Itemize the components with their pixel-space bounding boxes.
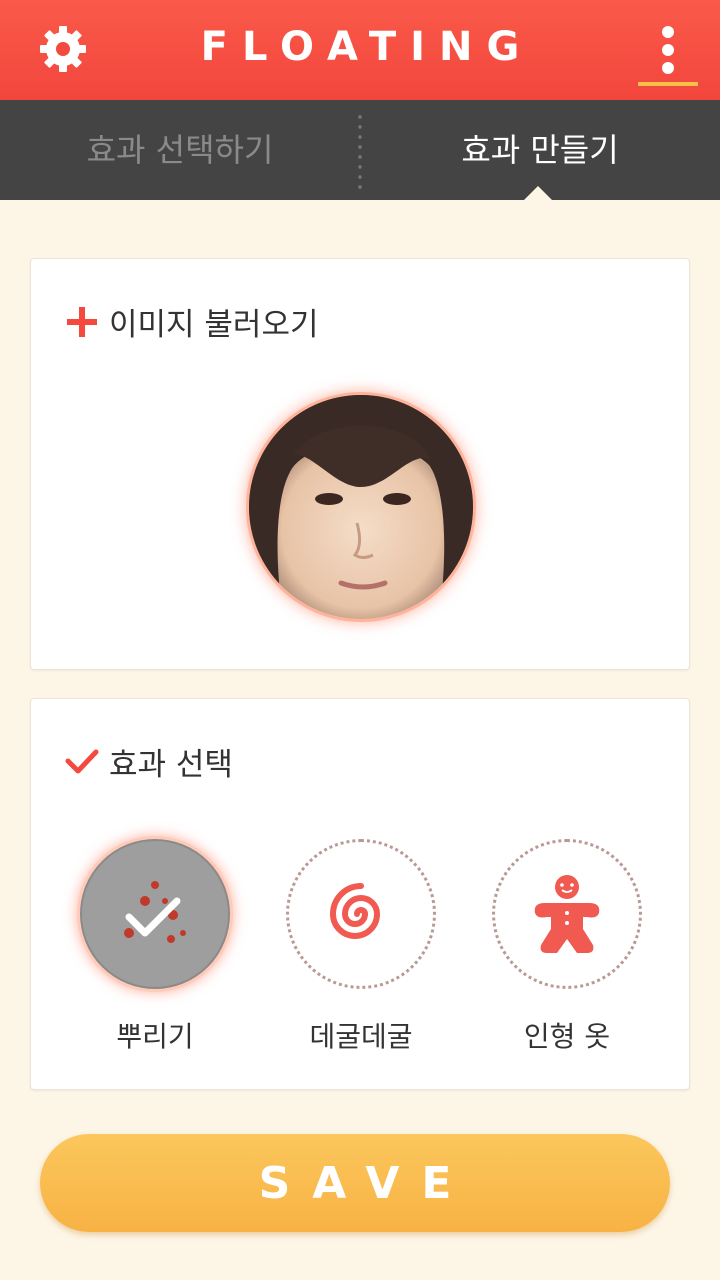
active-tab-indicator <box>524 186 552 200</box>
tab-make-effect[interactable]: 효과 만들기 <box>360 100 720 200</box>
effect-select-card: 효과 선택 뿌리기 데굴데굴 인형 옷 <box>30 698 690 1090</box>
check-icon <box>65 749 99 773</box>
load-image-button[interactable]: 이미지 불러오기 <box>65 299 319 344</box>
plus-icon <box>67 306 97 337</box>
effect-label-sprinkle: 뿌리기 <box>116 1020 194 1053</box>
spiral-icon <box>329 883 381 939</box>
effect-option-sprinkle[interactable]: 뿌리기 <box>55 839 255 1055</box>
app-title: FLOATING <box>200 24 534 70</box>
effect-circle-gingerbread[interactable] <box>492 839 642 989</box>
image-load-card: 이미지 불러오기 <box>30 258 690 670</box>
more-options-icon[interactable] <box>638 18 698 86</box>
load-image-label: 이미지 불러오기 <box>109 307 319 343</box>
effect-label-gingerbread: 인형 옷 <box>523 1020 611 1053</box>
effect-option-gingerbread[interactable]: 인형 옷 <box>467 839 667 1055</box>
effect-select-header: 효과 선택 <box>65 739 233 784</box>
sprinkle-icon <box>124 881 186 943</box>
save-label: SAVE <box>258 1157 474 1209</box>
app-bar: FLOATING <box>0 0 720 100</box>
tab-bar: 효과 선택하기 효과 만들기 <box>0 100 720 200</box>
effect-label-spiral: 데굴데굴 <box>309 1020 413 1053</box>
save-button[interactable]: SAVE <box>40 1134 670 1232</box>
effect-select-label: 효과 선택 <box>109 747 233 783</box>
profile-photo[interactable] <box>249 395 473 619</box>
effect-option-spiral[interactable]: 데굴데굴 <box>261 839 461 1055</box>
tab-select-effect[interactable]: 효과 선택하기 <box>0 100 360 200</box>
effect-circle-sprinkle[interactable] <box>80 839 230 989</box>
effect-circle-spiral[interactable] <box>286 839 436 989</box>
gingerbread-icon <box>534 875 600 953</box>
